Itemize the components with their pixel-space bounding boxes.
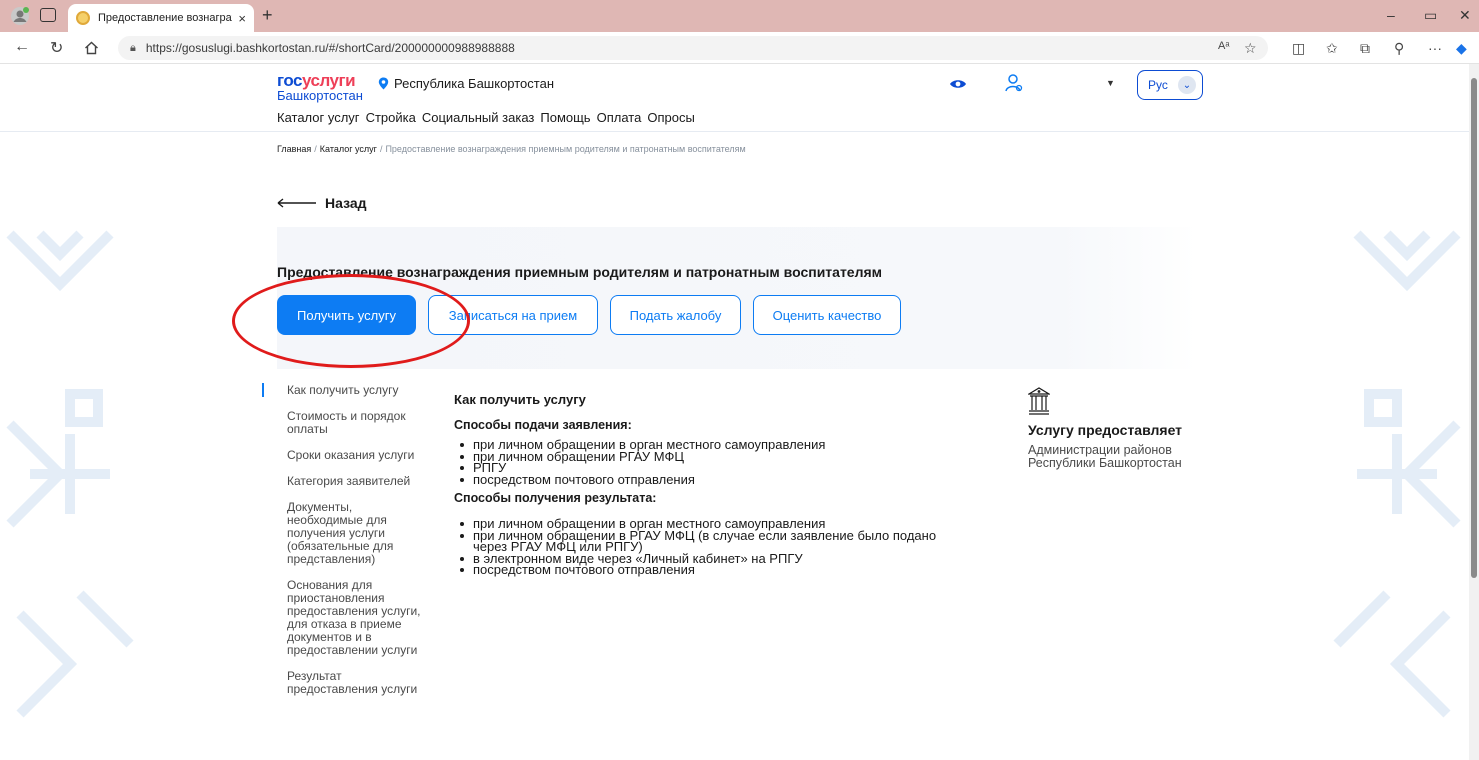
gosuslugi-logo[interactable]: госуслуги Башкортостан (277, 72, 363, 102)
language-selector[interactable]: Рус ⌄ (1137, 70, 1203, 100)
provider-title: Услугу предоставляет (1028, 422, 1183, 438)
location-pin-icon (378, 77, 389, 90)
breadcrumb-current: Предоставление вознаграждения приемным р… (385, 144, 746, 154)
read-aloud-icon[interactable]: Aᵃ (1218, 40, 1229, 52)
building-icon (1028, 387, 1050, 415)
tab-actions-icon[interactable] (40, 8, 56, 22)
list-item: при личном обращении в РГАУ МФЦ (в случа… (460, 529, 994, 553)
breadcrumb-catalog[interactable]: Каталог услуг (320, 144, 377, 154)
sidenav-result[interactable]: Результат предоставления услуги (261, 670, 431, 696)
accessibility-eye-icon[interactable] (949, 78, 967, 90)
nav-stroyka[interactable]: Стройка (366, 110, 416, 125)
list-item: посредством почтового отправления (460, 473, 994, 485)
provider-line-2: Республики Башкортостан (1028, 456, 1182, 470)
minimize-button[interactable]: – (1387, 7, 1395, 23)
home-icon[interactable] (84, 41, 99, 55)
sidenav-cost[interactable]: Стоимость и порядок оплаты (261, 410, 431, 436)
dropdown-caret-icon[interactable]: ▼ (1106, 78, 1115, 88)
close-window-button[interactable]: ✕ (1459, 7, 1471, 24)
chevron-down-icon: ⌄ (1178, 76, 1196, 94)
complaint-button[interactable]: Подать жалобу (610, 295, 741, 335)
section-navigation: Как получить услугу Стоимость и порядок … (261, 383, 431, 709)
result-methods-heading: Способы получения результата: (454, 491, 657, 505)
split-screen-icon[interactable]: ◫ (1292, 40, 1305, 57)
back-label: Назад (325, 195, 367, 211)
service-content: Как получить услугу Способы подачи заявл… (454, 392, 994, 582)
nav-help[interactable]: Помощь (540, 110, 590, 125)
favorites-icon[interactable]: ✩ (1326, 40, 1338, 57)
web-page: госуслуги Башкортостан Республика Башкор… (0, 64, 1479, 760)
breadcrumb-separator: / (314, 144, 317, 154)
region-label: Республика Башкортостан (394, 76, 554, 91)
nav-surveys[interactable]: Опросы (647, 110, 694, 125)
content-heading: Как получить услугу (454, 392, 586, 407)
new-tab-button[interactable]: + (262, 5, 273, 26)
nav-catalog[interactable]: Каталог услуг (277, 110, 360, 125)
service-provider: Услугу предоставляет Администрации район… (1028, 386, 1228, 470)
favicon-icon (76, 11, 90, 25)
breadcrumb-home[interactable]: Главная (277, 144, 311, 154)
user-login-icon[interactable] (1004, 73, 1024, 93)
main-navigation: Каталог услуг Стройка Социальный заказ П… (277, 110, 701, 125)
logo-subtitle: Башкортостан (277, 88, 363, 103)
result-methods-list: при личном обращении в орган местного са… (454, 517, 994, 576)
browser-tab-active[interactable]: Предоставление вознагражден × (68, 4, 254, 32)
list-item: посредством почтового отправления (460, 563, 994, 576)
browser-tab-strip: Предоставление вознагражден × + – ▭ ✕ (0, 0, 1479, 32)
sidenav-documents[interactable]: Документы, необходимые для получения усл… (261, 501, 431, 566)
tab-title: Предоставление вознагражден (98, 12, 232, 24)
address-toolbar: ← ↻ 🔒︎ https://gosuslugi.bashkortostan.r… (0, 32, 1479, 64)
appointment-button[interactable]: Записаться на прием (428, 295, 598, 335)
rate-quality-button[interactable]: Оценить качество (753, 295, 901, 335)
url-text: https://gosuslugi.bashkortostan.ru/#/sho… (145, 41, 515, 55)
extensions-icon[interactable]: ⚲ (1394, 40, 1404, 57)
arrow-left-icon (277, 198, 316, 208)
submit-methods-list: при личном обращении в орган местного са… (454, 438, 994, 485)
breadcrumb: Главная / Каталог услуг / Предоставление воз… (277, 144, 746, 154)
favorite-star-icon[interactable]: ☆ (1244, 40, 1257, 57)
list-item: при личном обращении РГАУ МФЦ (460, 450, 994, 462)
scrollbar-thumb[interactable] (1471, 78, 1477, 578)
tab-close-icon[interactable]: × (238, 11, 246, 26)
site-header: госуслуги Башкортостан Республика Башкор… (0, 64, 1469, 132)
get-service-button[interactable]: Получить услугу (277, 295, 416, 335)
sidenav-terms[interactable]: Сроки оказания услуги (261, 449, 431, 462)
language-label: Рус (1148, 78, 1168, 92)
site-info-icon[interactable]: 🔒︎ (130, 42, 136, 55)
page-scrollbar[interactable] (1469, 64, 1479, 760)
breadcrumb-separator: / (379, 144, 383, 154)
more-icon[interactable]: ··· (1428, 40, 1442, 56)
left-ornament-decoration (6, 230, 134, 718)
nav-social-order[interactable]: Социальный заказ (422, 110, 535, 125)
url-bar[interactable]: 🔒︎ https://gosuslugi.bashkortostan.ru/#/… (118, 36, 1268, 60)
sidenav-how-to-get[interactable]: Как получить услугу (261, 383, 431, 397)
sidenav-refusal-grounds[interactable]: Основания для приостановления предоставл… (261, 579, 431, 657)
maximize-button[interactable]: ▭ (1424, 7, 1437, 24)
service-title: Предоставление вознаграждения приемным р… (277, 264, 883, 280)
submit-methods-heading: Способы подачи заявления: (454, 418, 632, 432)
back-arrow-icon[interactable]: ← (14, 38, 30, 56)
sidenav-applicants[interactable]: Категория заявителей (261, 475, 431, 488)
back-link[interactable]: Назад (277, 195, 367, 211)
refresh-icon[interactable]: ↻ (50, 38, 63, 58)
copilot-icon[interactable]: ◆ (1456, 40, 1467, 57)
service-card: Предоставление вознаграждения приемным р… (277, 227, 1197, 369)
nav-payment[interactable]: Оплата (597, 110, 642, 125)
collections-icon[interactable]: ⧉ (1360, 40, 1370, 57)
region-selector[interactable]: Республика Башкортостан (378, 76, 554, 91)
profile-icon[interactable] (10, 6, 30, 26)
right-ornament-decoration (1333, 230, 1461, 718)
